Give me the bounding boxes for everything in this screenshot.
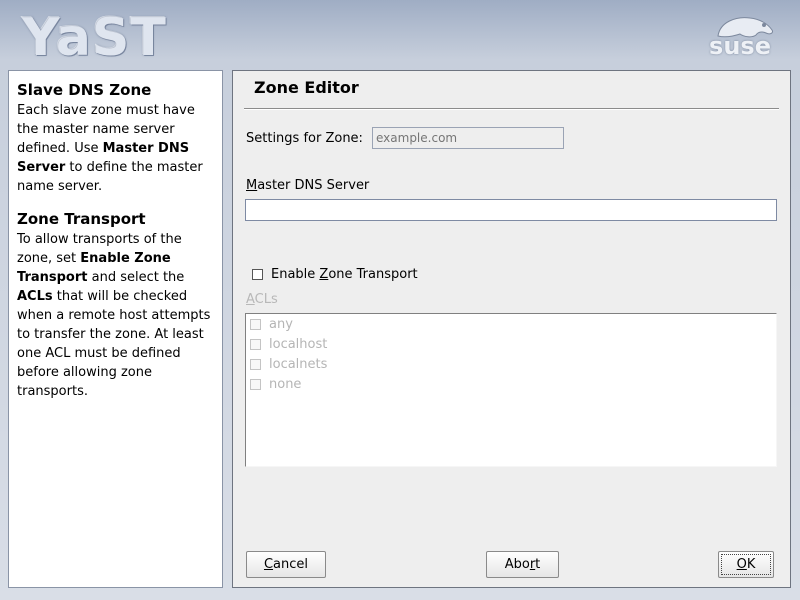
- master-dns-server-label: Master DNS Server: [246, 178, 370, 193]
- abort-button[interactable]: Abort: [486, 551, 559, 578]
- suse-logo-text: suse: [709, 32, 771, 60]
- acl-label-any: any: [269, 317, 293, 332]
- master-dns-server-input[interactable]: [245, 199, 777, 221]
- help-heading-slave-dns-zone: Slave DNS Zone: [17, 81, 152, 99]
- acl-checkbox-localhost[interactable]: [250, 339, 261, 350]
- acl-label-localnets: localnets: [269, 357, 328, 372]
- acl-checkbox-localnets[interactable]: [250, 359, 261, 370]
- yast-logo: YaST: [22, 8, 167, 68]
- help-pane: Slave DNS Zone Each slave zone must have…: [8, 70, 223, 588]
- acl-item-none[interactable]: none: [250, 376, 550, 394]
- acl-checkbox-none[interactable]: [250, 379, 261, 390]
- acl-item-any[interactable]: any: [250, 316, 550, 334]
- acl-item-localnets[interactable]: localnets: [250, 356, 550, 374]
- ok-button[interactable]: OK: [718, 551, 774, 578]
- help-paragraph-slave-dns-zone: Each slave zone must have the master nam…: [17, 103, 203, 194]
- enable-zone-transport-checkbox[interactable]: [252, 269, 263, 280]
- acl-list[interactable]: any localhost localnets none: [245, 313, 777, 467]
- zone-name-input[interactable]: [372, 127, 564, 149]
- page-title: Zone Editor: [254, 78, 359, 97]
- enable-zone-transport-label[interactable]: Enable Zone Transport: [271, 267, 418, 283]
- acl-label-none: none: [269, 377, 302, 392]
- acl-label-localhost: localhost: [269, 337, 328, 352]
- cancel-button[interactable]: Cancel: [246, 551, 326, 578]
- help-paragraph-zone-transport: To allow transports of the zone, set Ena…: [17, 232, 211, 399]
- title-divider: [244, 108, 779, 110]
- acl-checkbox-any[interactable]: [250, 319, 261, 330]
- help-heading-zone-transport: Zone Transport: [17, 210, 146, 228]
- acls-label: ACLs: [246, 292, 278, 307]
- suse-logo: suse: [700, 10, 780, 62]
- zone-editor-pane: Zone Editor Settings for Zone: Master DN…: [232, 70, 791, 588]
- acl-item-localhost[interactable]: localhost: [250, 336, 550, 354]
- settings-for-zone-label: Settings for Zone:: [246, 131, 363, 146]
